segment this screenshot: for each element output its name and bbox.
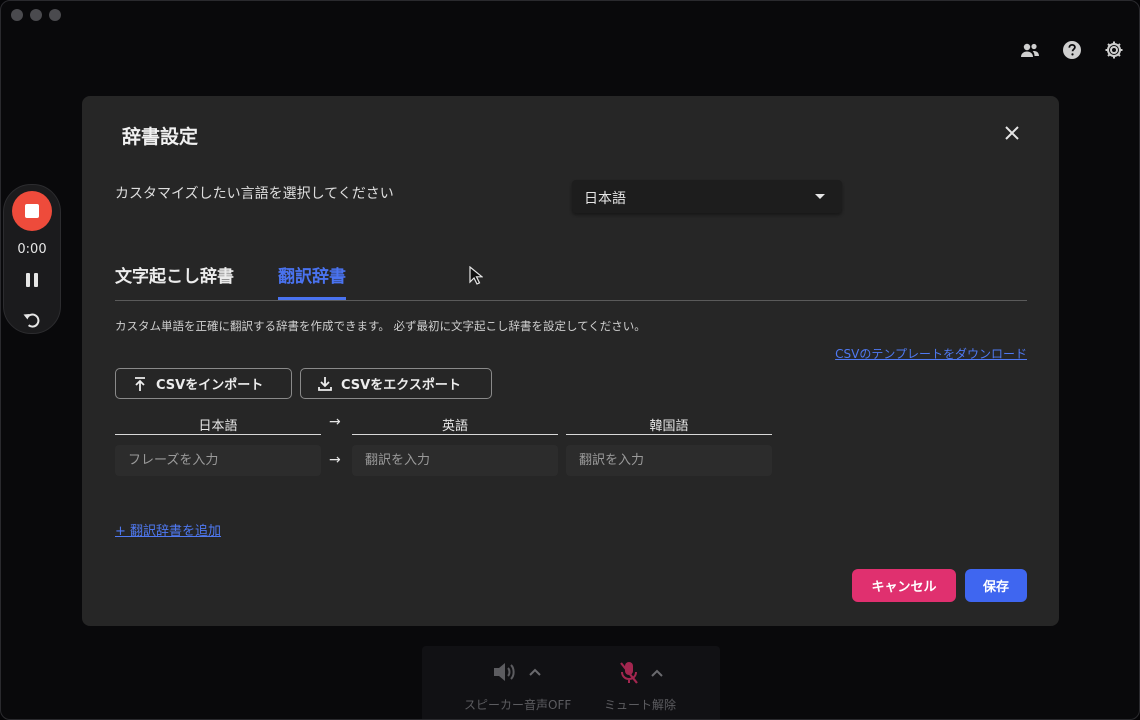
add-translation-entry-link[interactable]: + 翻訳辞書を追加 <box>115 520 221 539</box>
tab-transcription-dictionary[interactable]: 文字起こし辞書 <box>115 262 234 297</box>
row-arrow: → <box>329 452 341 468</box>
window-minimize-dot[interactable] <box>30 9 42 21</box>
csv-export-label: CSVをエクスポート <box>341 378 461 393</box>
window-controls <box>11 9 61 21</box>
dictionary-settings-dialog: 辞書設定 カスタマイズしたい言語を選択してください 日本語 文字起こし辞書 翻訳… <box>82 96 1059 626</box>
save-button[interactable]: 保存 <box>965 569 1027 602</box>
undo-icon[interactable] <box>22 311 42 333</box>
cancel-button[interactable]: キャンセル <box>852 569 956 602</box>
help-icon[interactable] <box>1061 39 1083 61</box>
phrase-input[interactable] <box>115 445 321 476</box>
pause-icon <box>26 273 30 287</box>
csv-export-button[interactable]: CSVをエクスポート <box>300 368 492 399</box>
column-header-english: 英語 <box>352 415 558 435</box>
english-translation-input[interactable] <box>352 445 558 476</box>
download-icon <box>318 376 332 391</box>
speaker-label: スピーカー音声OFF <box>464 698 572 712</box>
column-header-korean: 韓国語 <box>566 415 772 435</box>
mic-muted-icon <box>620 662 638 684</box>
column-header-japanese: 日本語 <box>115 415 321 435</box>
tab-description: カスタム単語を正確に翻訳する辞書を作成できます。 必ず最初に文字起こし辞書を設定… <box>115 319 646 333</box>
csv-import-button[interactable]: CSVをインポート <box>115 368 292 399</box>
gear-icon[interactable] <box>1103 39 1125 61</box>
tab-translation-dictionary[interactable]: 翻訳辞書 <box>278 262 346 300</box>
people-icon[interactable] <box>1019 39 1041 61</box>
speaker-icon <box>494 663 515 681</box>
pause-button[interactable] <box>23 271 41 289</box>
column-arrow: → <box>329 414 341 430</box>
recording-controls: 0:00 <box>3 184 61 334</box>
upload-icon <box>135 376 145 391</box>
korean-translation-input[interactable] <box>566 445 772 476</box>
speaker-control[interactable] <box>492 660 542 684</box>
mouse-cursor-icon <box>469 266 483 285</box>
language-select[interactable]: 日本語 <box>572 180 842 213</box>
csv-template-download-link[interactable]: CSVのテンプレートをダウンロード <box>835 345 1027 362</box>
top-right-toolbar <box>1019 39 1125 61</box>
close-icon[interactable] <box>1002 123 1022 143</box>
stop-recording-button[interactable] <box>12 191 52 231</box>
chevron-up-icon[interactable] <box>650 668 664 678</box>
language-select-value: 日本語 <box>584 191 626 207</box>
recording-time: 0:00 <box>17 242 47 257</box>
caret-down-icon <box>815 194 825 199</box>
language-label: カスタマイズしたい言語を選択してください <box>115 186 394 202</box>
chevron-up-icon[interactable] <box>528 667 542 677</box>
dialog-title: 辞書設定 <box>122 126 199 148</box>
stop-icon <box>25 204 39 218</box>
mute-label: ミュート解除 <box>604 698 677 712</box>
window-close-dot[interactable] <box>11 9 23 21</box>
audio-toolbar: スピーカー音声OFF ミュート解除 <box>422 646 720 719</box>
microphone-control[interactable] <box>618 660 664 686</box>
window-zoom-dot[interactable] <box>49 9 61 21</box>
dictionary-tabs: 文字起こし辞書 翻訳辞書 <box>115 262 1027 301</box>
csv-import-label: CSVをインポート <box>156 378 264 393</box>
app-window: 0:00 辞書設定 カスタマイズしたい言語を選択してください 日本語 文字起こし… <box>0 0 1140 720</box>
